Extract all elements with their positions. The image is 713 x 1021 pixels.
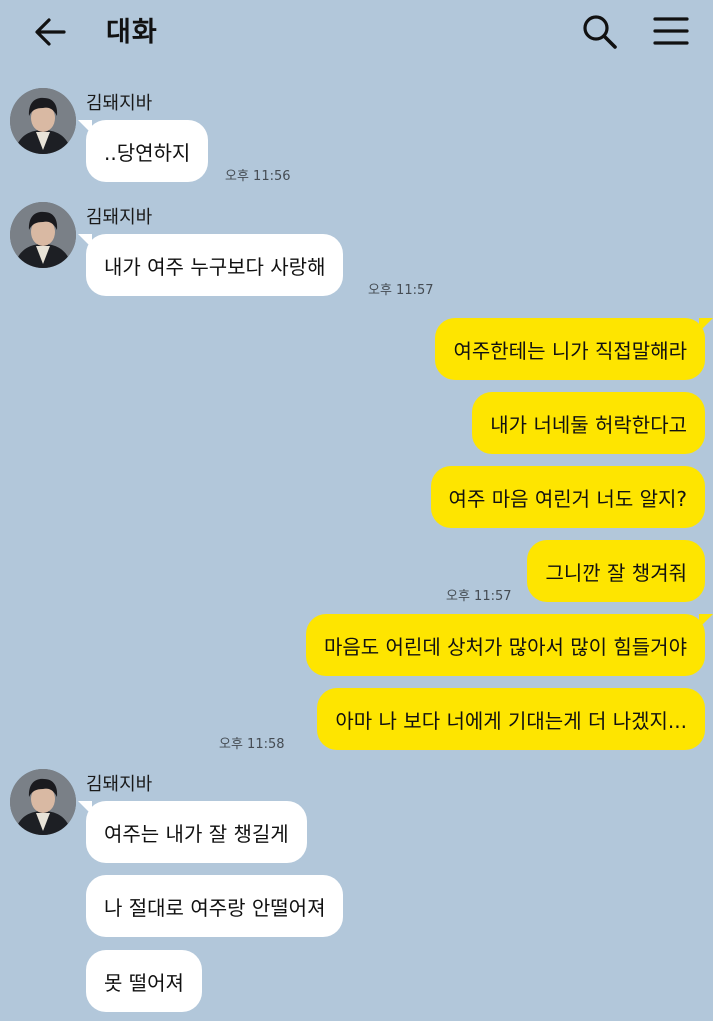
menu-button[interactable]: [652, 14, 690, 48]
message-bubble-incoming[interactable]: 나 절대로 여주랑 안떨어져: [86, 875, 344, 937]
back-button[interactable]: [30, 14, 70, 50]
back-arrow-icon: [35, 18, 66, 46]
profile-photo-icon: [10, 88, 76, 154]
message-text: 여주는 내가 잘 챙길게: [104, 821, 289, 846]
message-time: 오후 11:57: [368, 283, 434, 298]
message-time: 오후 11:58: [219, 737, 285, 752]
avatar[interactable]: [10, 769, 76, 835]
search-icon: [583, 15, 617, 49]
message-text: ..당연하지: [104, 140, 191, 165]
avatar[interactable]: [10, 202, 76, 268]
message-bubble-outgoing[interactable]: 여주 마음 여린거 너도 알지?: [430, 466, 705, 528]
profile-photo-icon: [10, 202, 76, 268]
message-text: 내가 너네둘 허락한다고: [490, 412, 687, 437]
avatar[interactable]: [10, 88, 76, 154]
message-time: 오후 11:57: [446, 589, 512, 604]
page-title: 대화: [106, 17, 158, 48]
chat-header: 대화: [0, 0, 713, 62]
message-bubble-incoming[interactable]: 여주는 내가 잘 챙길게: [78, 801, 307, 863]
message-bubble-outgoing[interactable]: 그니깐 잘 챙겨줘: [527, 540, 705, 602]
message-bubble-outgoing[interactable]: 여주한테는 니가 직접말해라: [435, 318, 713, 380]
message-text: 내가 여주 누구보다 사랑해: [104, 254, 326, 279]
search-button[interactable]: [580, 12, 620, 52]
message-text: 나 절대로 여주랑 안떨어져: [104, 895, 326, 920]
message-bubble-incoming[interactable]: 못 떨어져: [86, 950, 202, 1012]
message-time: 오후 11:56: [225, 169, 291, 184]
menu-icon: [653, 17, 689, 45]
sender-name: 김돼지바: [86, 774, 153, 795]
message-bubble-incoming[interactable]: 내가 여주 누구보다 사랑해: [77, 234, 344, 296]
message-bubble-outgoing[interactable]: 아마 나 보다 너에게 기대는게 더 나겠지...: [317, 688, 705, 750]
profile-photo-icon: [10, 769, 76, 835]
message-text: 아마 나 보다 너에게 기대는게 더 나겠지...: [335, 708, 687, 733]
message-text: 못 떨어져: [104, 970, 184, 995]
message-text: 그니깐 잘 챙겨줘: [545, 560, 687, 585]
message-bubble-outgoing[interactable]: 내가 너네둘 허락한다고: [472, 392, 705, 454]
message-text: 여주한테는 니가 직접말해라: [453, 338, 687, 363]
message-bubble-incoming[interactable]: ..당연하지: [77, 120, 209, 182]
sender-name: 김돼지바: [86, 207, 153, 228]
message-text: 마음도 어린데 상처가 많아서 많이 힘들거야: [324, 634, 687, 659]
sender-name: 김돼지바: [86, 93, 153, 114]
message-bubble-outgoing[interactable]: 마음도 어린데 상처가 많아서 많이 힘들거야: [306, 614, 713, 676]
message-text: 여주 마음 여린거 너도 알지?: [448, 486, 687, 511]
